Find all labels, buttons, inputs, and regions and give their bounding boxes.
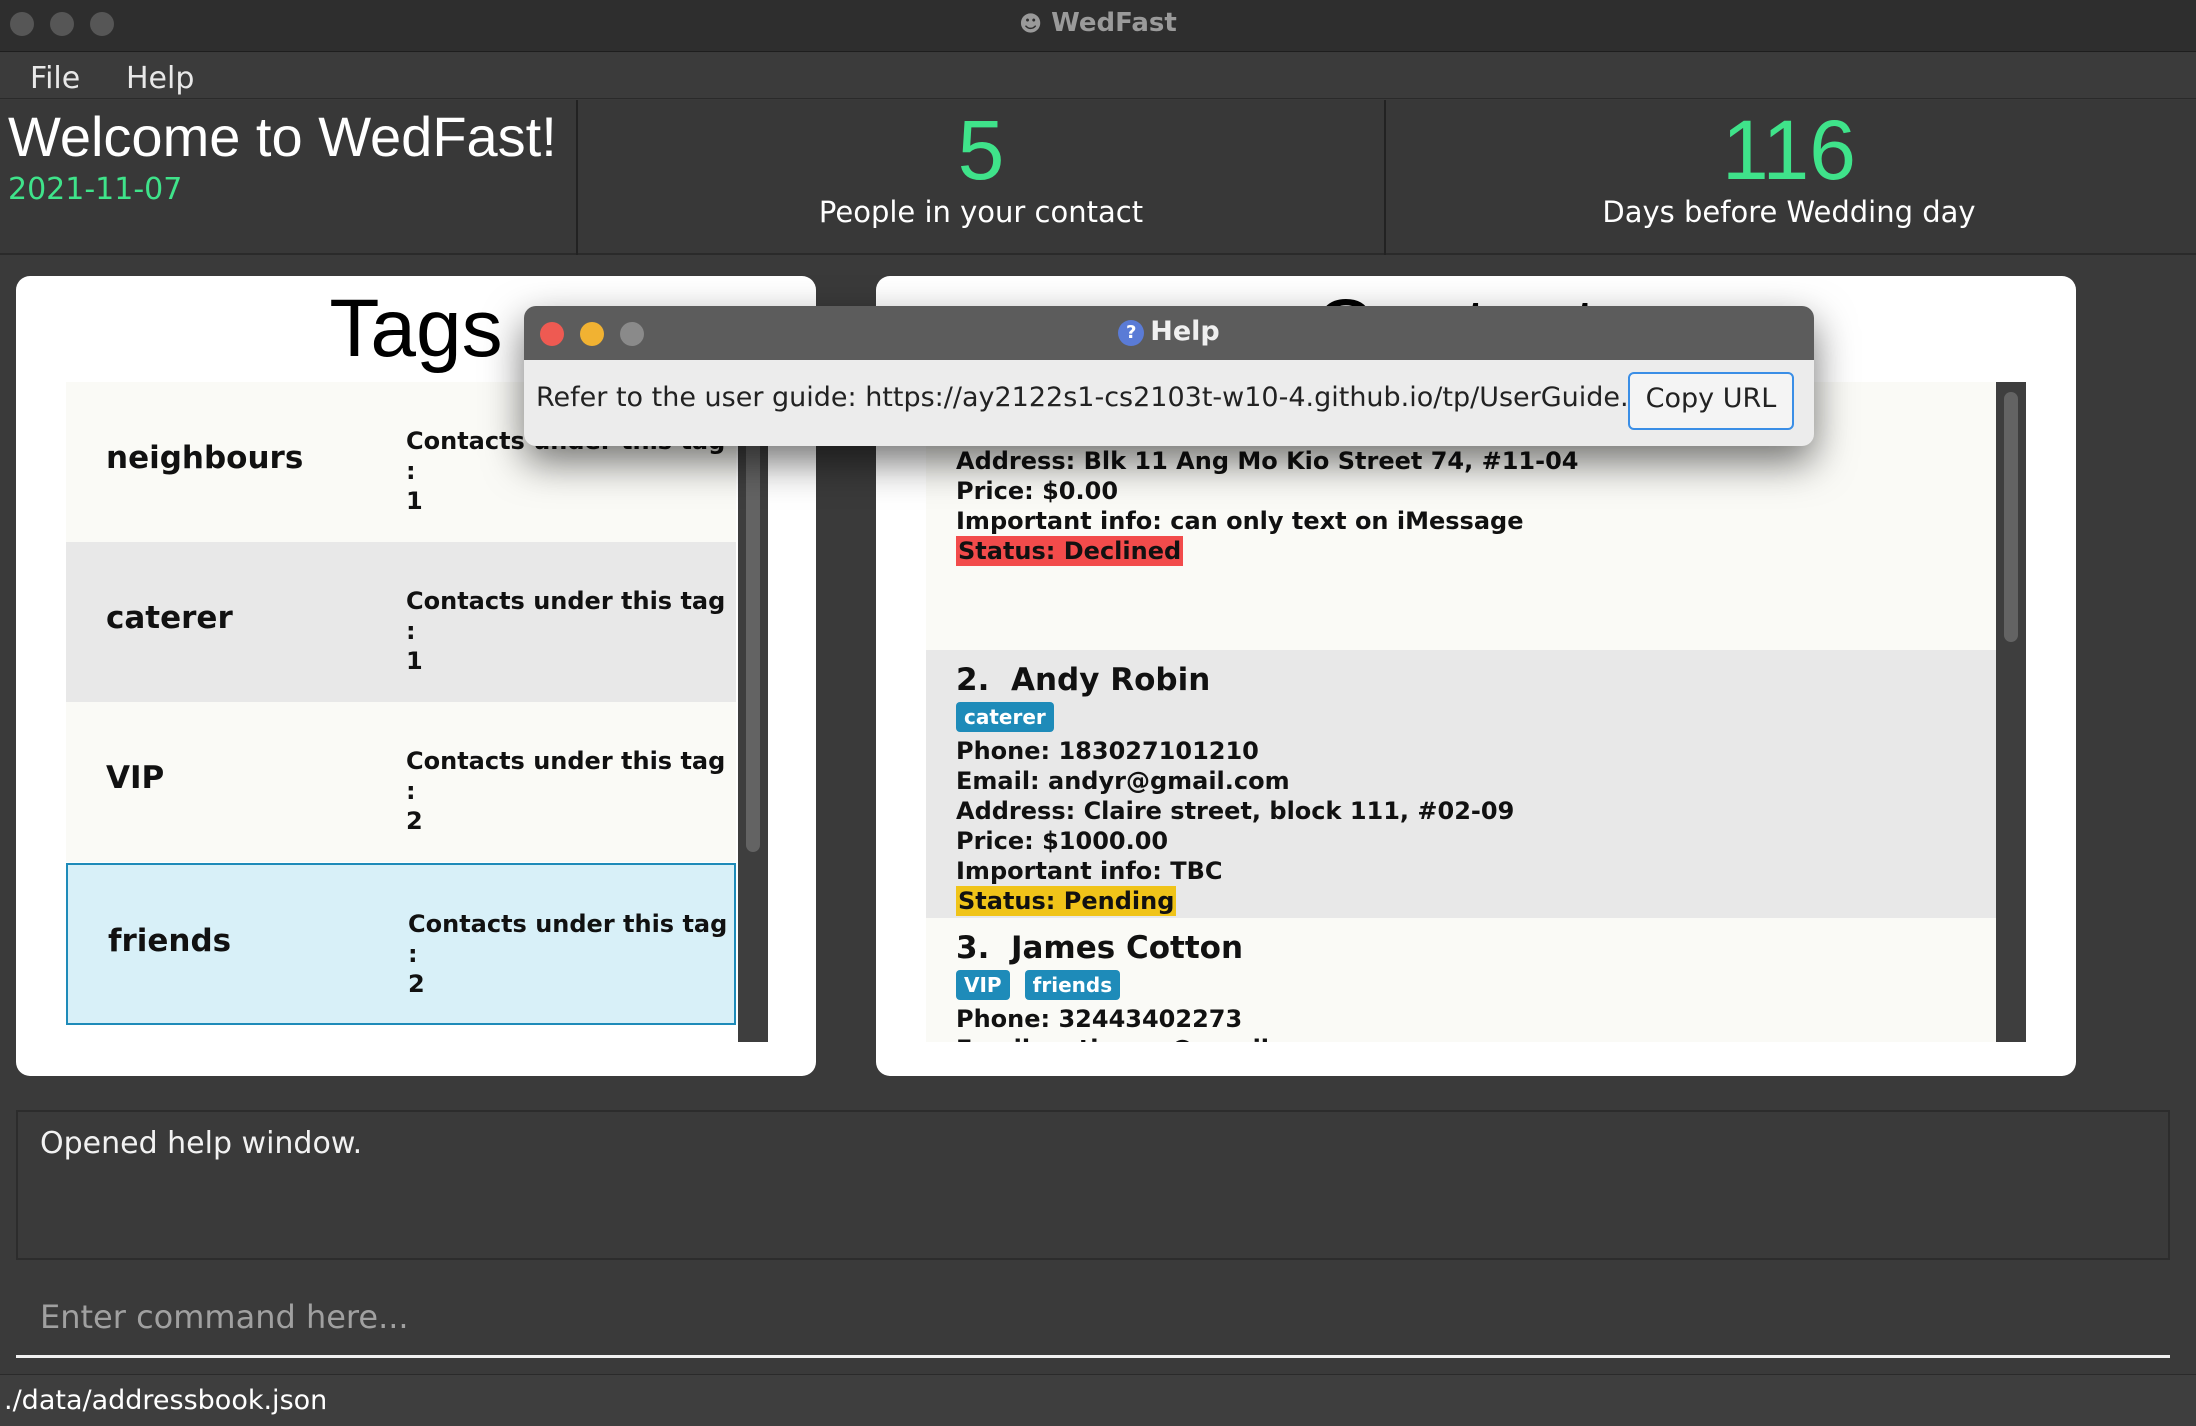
status-badge: Status: Pending <box>956 886 1177 916</box>
help-dialog-title: ? Help <box>524 316 1814 347</box>
status-badge: Status: Declined <box>956 536 1184 566</box>
contact-address: Address: Blk 11 Ang Mo Kio Street 74, #1… <box>956 447 1579 475</box>
user-guide-message: Refer to the user guide: https://ay2122s… <box>536 382 1691 413</box>
menu-help[interactable]: Help <box>126 61 194 96</box>
help-dialog: ? Help Refer to the user guide: https://a… <box>524 306 1814 446</box>
current-date: 2021-11-07 <box>8 172 183 207</box>
tag-chip: VIP <box>956 970 1010 1000</box>
tag-count: Contacts under this tag : 2 <box>406 747 726 835</box>
contact-price: Price: $1000.00 <box>956 827 1169 855</box>
question-icon: ? <box>1118 320 1145 346</box>
tag-count: Contacts under this tag : 2 <box>408 910 728 998</box>
contact-address: Address: Claire street, block 111, #02-0… <box>956 797 1515 825</box>
days-count: 116 <box>1722 103 1856 197</box>
contact-name: 3. James Cotton <box>956 930 1244 966</box>
tag-row-friends[interactable]: friends Contacts under this tag : 2 <box>66 863 736 1025</box>
command-input[interactable] <box>38 1286 2142 1348</box>
menu-bar: File Help <box>0 53 2196 99</box>
contact-list-scroll-thumb[interactable] <box>2004 392 2018 642</box>
contacts-count: 5 <box>957 103 1005 197</box>
result-text: Opened help window. <box>40 1126 363 1161</box>
tag-name: neighbours <box>106 440 304 476</box>
title-bar: ☻ WedFast <box>0 0 2196 52</box>
help-dialog-titlebar: ? Help <box>524 306 1814 360</box>
contact-info: Important info: can only text on iMessag… <box>956 507 1524 535</box>
tag-count: Contacts under this tag : 1 <box>406 587 726 675</box>
contact-name: 2. Andy Robin <box>956 662 1211 698</box>
data-file-path: ./data/addressbook.json <box>4 1385 328 1416</box>
contact-email: Email: andyr@gmail.com <box>956 767 1290 795</box>
copy-url-button[interactable]: Copy URL <box>1628 372 1794 430</box>
contact-price: Price: $0.00 <box>956 477 1119 505</box>
contact-info: Important info: TBC <box>956 857 1223 885</box>
tag-list-scroll-thumb[interactable] <box>746 392 760 852</box>
tag-list: neighbours Contacts under this tag : 1 c… <box>66 382 738 1042</box>
contact-list: neighbours Phone: 93210283 Email: charlo… <box>926 382 2002 1042</box>
status-bar: ./data/addressbook.json <box>0 1374 2196 1426</box>
tag-name: caterer <box>106 600 233 636</box>
command-box <box>16 1276 2170 1358</box>
tag-row-vip[interactable]: VIP Contacts under this tag : 2 <box>66 702 736 862</box>
contact-phone: Phone: 32443402273 <box>956 1005 1243 1033</box>
contacts-count-label: People in your contact <box>818 195 1144 229</box>
tag-chip: caterer <box>956 702 1054 732</box>
app-logo-icon: ☻ <box>1019 12 1043 37</box>
contact-card[interactable]: 3. James Cotton VIP friends Phone: 32443… <box>926 918 2002 1042</box>
tag-row-caterer[interactable]: caterer Contacts under this tag : 1 <box>66 542 736 702</box>
menu-file[interactable]: File <box>30 61 80 96</box>
welcome-title: Welcome to WedFast! <box>8 105 557 168</box>
result-display: Opened help window. <box>16 1110 2170 1260</box>
window-title: ☻ WedFast <box>1019 8 1177 38</box>
header-stats: Welcome to WedFast! 2021-11-07 5 People … <box>0 100 2196 255</box>
contact-card[interactable]: 2. Andy Robin caterer Phone: 18302710121… <box>926 650 2002 918</box>
tag-chip: friends <box>1024 970 1121 1000</box>
tag-name: VIP <box>106 760 165 796</box>
tag-name: friends <box>108 923 232 959</box>
tag-list-scrollbar[interactable] <box>738 382 768 1042</box>
contact-list-scrollbar[interactable] <box>1996 382 2026 1042</box>
days-count-label: Days before Wedding day <box>1602 195 1976 229</box>
contact-email: Email: cotjames@gmail.com <box>956 1034 2002 1042</box>
contact-phone: Phone: 183027101210 <box>956 737 1259 765</box>
